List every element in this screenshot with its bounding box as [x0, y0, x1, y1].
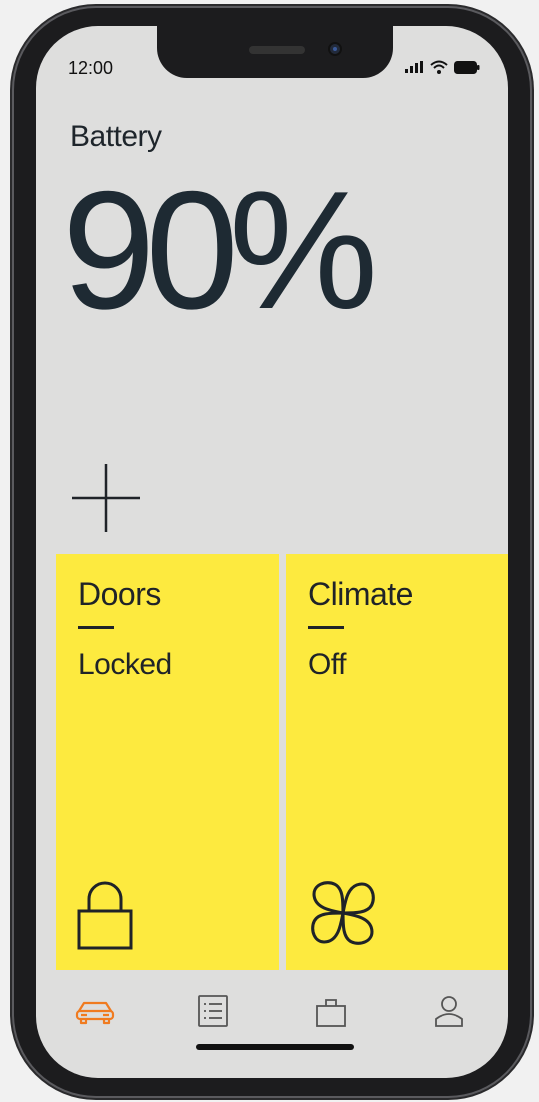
speaker [249, 46, 305, 54]
home-indicator[interactable] [196, 1044, 354, 1050]
control-tiles: Doors Locked Climate Off [56, 554, 508, 970]
nav-item-list[interactable] [154, 986, 272, 1036]
list-icon [198, 995, 228, 1027]
wifi-icon [430, 60, 448, 74]
lock-icon [77, 881, 133, 950]
battery-label: Battery [70, 120, 162, 153]
battery-percentage: 90% [62, 156, 378, 344]
climate-tile[interactable]: Climate Off [286, 554, 508, 970]
add-icon[interactable] [66, 458, 146, 538]
bag-icon [316, 999, 346, 1027]
bottom-nav [36, 986, 508, 1036]
tile-title: Doors [78, 576, 161, 612]
profile-icon [435, 996, 463, 1027]
nav-item-profile[interactable] [390, 986, 508, 1036]
phone-frame: 12:00 Battery 90% Doors Locked Climate O… [14, 8, 530, 1096]
notch [157, 26, 393, 78]
tile-divider [78, 626, 114, 629]
nav-item-car[interactable] [36, 986, 154, 1036]
tile-status: Locked [78, 648, 172, 681]
signal-icon [405, 61, 423, 73]
tile-title: Climate [308, 576, 413, 612]
front-camera [328, 42, 342, 56]
doors-tile[interactable]: Doors Locked [56, 554, 279, 970]
status-icons [404, 60, 480, 74]
status-time: 12:00 [68, 58, 114, 78]
tile-divider [308, 626, 344, 629]
nav-item-shop[interactable] [272, 986, 390, 1036]
car-icon [75, 1001, 115, 1025]
app-screen: 12:00 Battery 90% Doors Locked Climate O… [36, 26, 508, 1078]
fan-icon [311, 881, 375, 945]
tile-status: Off [308, 648, 346, 681]
battery-status-icon [454, 60, 480, 74]
